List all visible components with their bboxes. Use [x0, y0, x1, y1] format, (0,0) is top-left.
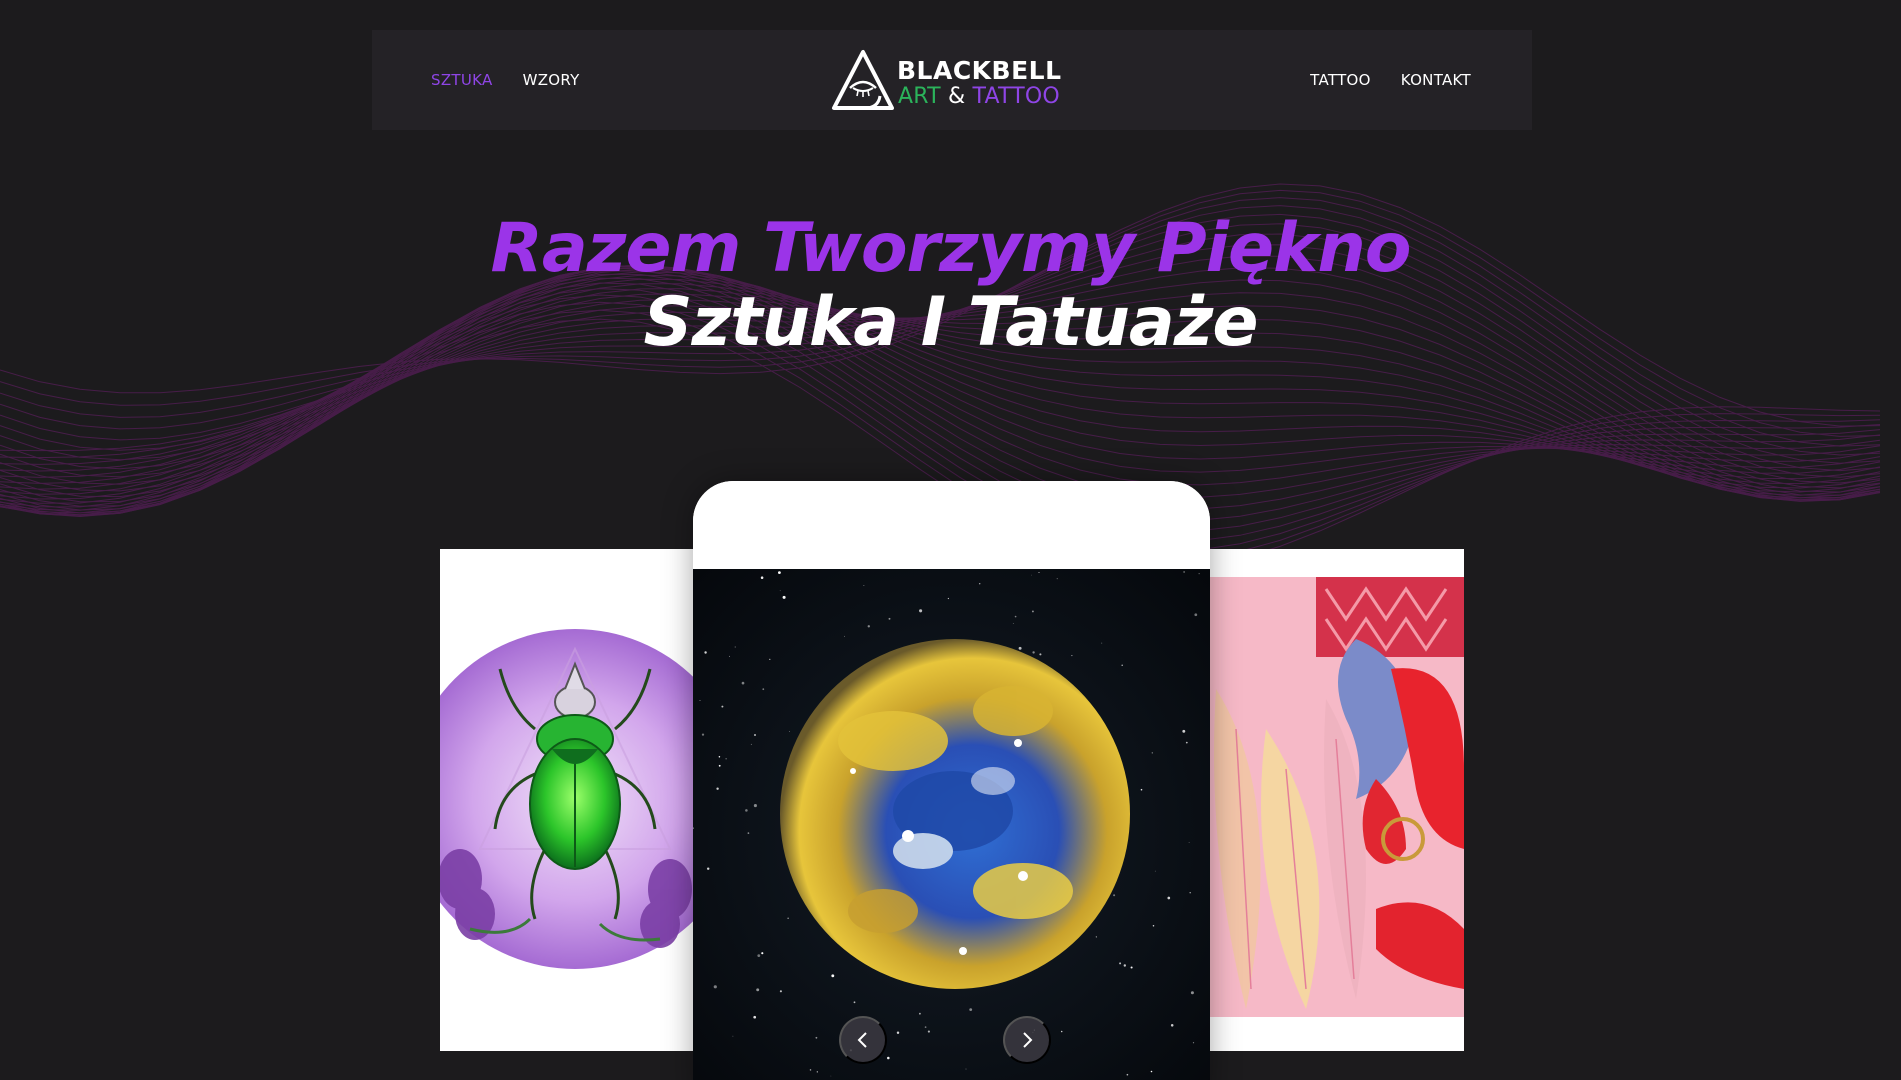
logo-art-text: ART [898, 84, 941, 109]
page: SZTUKA WZORY BLACKBELL ART & TATTOO TATT… [0, 0, 1901, 1080]
slide-planet-artwork[interactable] [693, 481, 1210, 1080]
logo-title: BLACKBELL [897, 56, 1062, 85]
beetle-artwork-image [440, 549, 696, 1051]
chevron-left-icon [857, 1032, 867, 1048]
nav-right: TATTOO KONTAKT [1310, 30, 1471, 130]
slider-prev-button[interactable] [839, 1016, 887, 1064]
blackbell-logo[interactable]: BLACKBELL ART & TATTOO [830, 48, 1062, 114]
planet-artwork-image [693, 481, 1210, 1080]
logo-triangle-eye-icon [832, 50, 894, 110]
chevron-right-icon [1023, 1032, 1033, 1048]
logo-amp-text: & [947, 84, 966, 109]
slide-flamingo-artwork[interactable] [1206, 549, 1464, 1051]
slide-beetle-artwork[interactable] [440, 549, 696, 1051]
logo-tattoo-text: TATTOO [972, 84, 1060, 109]
hero-heading: Razem Tworzymy Piękno Sztuka I Tatuaże [0, 212, 1901, 360]
logo-subtitle: ART & TATTOO [898, 84, 1060, 109]
nav-link-tattoo[interactable]: TATTOO [1310, 71, 1371, 89]
hero-title-line-2: Sztuka I Tatuaże [643, 283, 1259, 362]
nav-link-kontakt[interactable]: KONTAKT [1401, 71, 1471, 89]
slider-next-button[interactable] [1003, 1016, 1051, 1064]
nav-link-sztuka[interactable]: SZTUKA [431, 71, 493, 89]
hero-title-line-1: Razem Tworzymy Piękno [490, 209, 1412, 288]
nav-left: SZTUKA WZORY [431, 30, 580, 130]
site-header: SZTUKA WZORY BLACKBELL ART & TATTOO TATT… [372, 30, 1532, 130]
nav-link-wzory[interactable]: WZORY [523, 71, 580, 89]
flamingo-artwork-image [1206, 549, 1464, 1051]
